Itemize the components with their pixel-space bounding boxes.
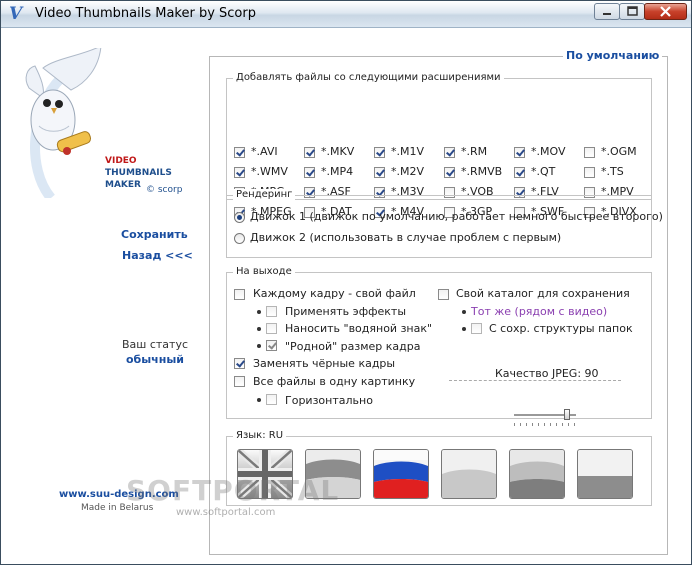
save-link[interactable]: Сохранить [121,228,188,241]
ru-flag-icon [374,450,428,498]
apply-effects-checkbox[interactable] [266,306,277,317]
apply-effects-label[interactable]: Применять эффекты [285,305,406,318]
flag-4-button[interactable] [441,449,497,499]
engine1-radio[interactable] [234,212,245,223]
per-frame-label[interactable]: Каждому кадру - свой файл [253,287,416,300]
close-icon [660,6,671,17]
output-legend: На выходе [233,266,295,277]
language-legend: Язык: RU [233,430,287,441]
logo-line-video: VIDEO [105,156,137,166]
horizontal-label[interactable]: Горизонтально [285,394,373,407]
close-button[interactable] [644,3,687,20]
extensions-group: Добавлять файлы со следующими расширения… [226,72,652,200]
jpeg-quality-label: Качество JPEG: 90 [495,367,599,380]
extensions-legend: Добавлять файлы со следующими расширения… [233,72,504,83]
bullet [462,327,466,331]
ext-checkbox[interactable] [444,167,455,178]
ext-label[interactable]: *.RM [461,145,487,158]
watermark-url: www.softportal.com [176,507,276,518]
slider-ticks [514,423,578,426]
ext-label[interactable]: *.M1V [391,145,424,158]
title-bar[interactable]: V Video Thumbnails Maker by Scorp [1,1,691,28]
language-legend-label: Язык: [236,430,266,441]
ext-checkbox[interactable] [444,147,455,158]
app-window: V Video Thumbnails Maker by Scorp VIDEO … [0,0,692,565]
status-value[interactable]: обычный [126,353,184,366]
bullet [257,327,261,331]
ext-checkbox[interactable] [514,167,525,178]
back-link[interactable]: Назад <<< [122,249,193,262]
watermark-label[interactable]: Наносить "водяной знак" [285,322,432,335]
ext-checkbox[interactable] [514,147,525,158]
ext-label[interactable]: *.MKV [321,145,354,158]
ext-checkbox[interactable] [304,167,315,178]
ext-label[interactable]: *.OGM [601,145,637,158]
keep-structure-label[interactable]: С сохр. структуры папок [489,322,633,335]
copyright: © scorp [146,185,183,195]
engine1-label[interactable]: Движок 1 (движок по умолчанию, работает … [250,210,663,223]
flag-6-icon [578,450,632,498]
ext-checkbox[interactable] [234,167,245,178]
rendering-legend: Рендеринг [233,189,296,200]
client-area: VIDEO THUMBNAILS MAKER © scorp Сохранить… [1,28,691,564]
watermark-text: SOFTPORTAL [126,474,340,507]
flag-4-icon [442,450,496,498]
replace-black-checkbox[interactable] [234,358,245,369]
native-size-checkbox[interactable] [266,340,277,351]
language-value: RU [268,430,284,441]
jpeg-quality-slider-thumb[interactable] [564,409,570,420]
owl-logo-icon [25,48,102,198]
status-label: Ваш статус [122,338,189,351]
ext-checkbox[interactable] [234,147,245,158]
all-in-one-label[interactable]: Все файлы в одну картинку [253,375,415,388]
own-dir-label[interactable]: Свой каталог для сохранения [456,287,630,300]
engine2-radio[interactable] [234,233,245,244]
ext-checkbox[interactable] [374,167,385,178]
ext-checkbox[interactable] [584,147,595,158]
ext-label[interactable]: *.TS [601,165,624,178]
all-in-one-checkbox[interactable] [234,376,245,387]
ext-label[interactable]: *.WMV [251,165,288,178]
bullet [257,398,261,402]
bullet [462,310,466,314]
flag-5-icon [510,450,564,498]
flag-ru-button[interactable] [373,449,429,499]
ext-checkbox[interactable] [584,167,595,178]
bullet [257,344,261,348]
horizontal-checkbox[interactable] [266,394,277,405]
engine2-label[interactable]: Движок 2 (использовать в случае проблем … [250,231,561,244]
ext-checkbox[interactable] [304,147,315,158]
divider [449,380,621,381]
ext-label[interactable]: *.MOV [531,145,565,158]
same-dir-link[interactable]: Тот же (рядом с видео) [471,305,607,318]
bullet [257,310,261,314]
ext-checkbox[interactable] [374,147,385,158]
ext-label[interactable]: *.QT [531,165,555,178]
minimize-button[interactable] [594,3,620,20]
logo-line-thumbnails: THUMBNAILS [105,168,172,178]
watermark-checkbox[interactable] [266,323,277,334]
minimize-icon [603,13,611,15]
flag-5-button[interactable] [509,449,565,499]
replace-black-label[interactable]: Заменять чёрные кадры [253,357,395,370]
ext-label[interactable]: *.M2V [391,165,424,178]
maximize-icon [627,6,638,16]
ext-label[interactable]: *.RMVB [461,165,502,178]
rendering-group: Рендеринг [226,189,652,258]
ext-label[interactable]: *.MP4 [321,165,353,178]
flag-6-button[interactable] [577,449,633,499]
maximize-button[interactable] [619,3,645,20]
app-icon: V [9,4,23,24]
ext-label[interactable]: *.AVI [251,145,278,158]
profile-link[interactable]: По умолчанию [563,49,663,62]
per-frame-checkbox[interactable] [234,289,245,300]
own-dir-checkbox[interactable] [438,289,449,300]
native-size-label[interactable]: "Родной" размер кадра [285,340,421,353]
keep-structure-checkbox[interactable] [471,323,482,334]
window-title: Video Thumbnails Maker by Scorp [35,6,256,21]
